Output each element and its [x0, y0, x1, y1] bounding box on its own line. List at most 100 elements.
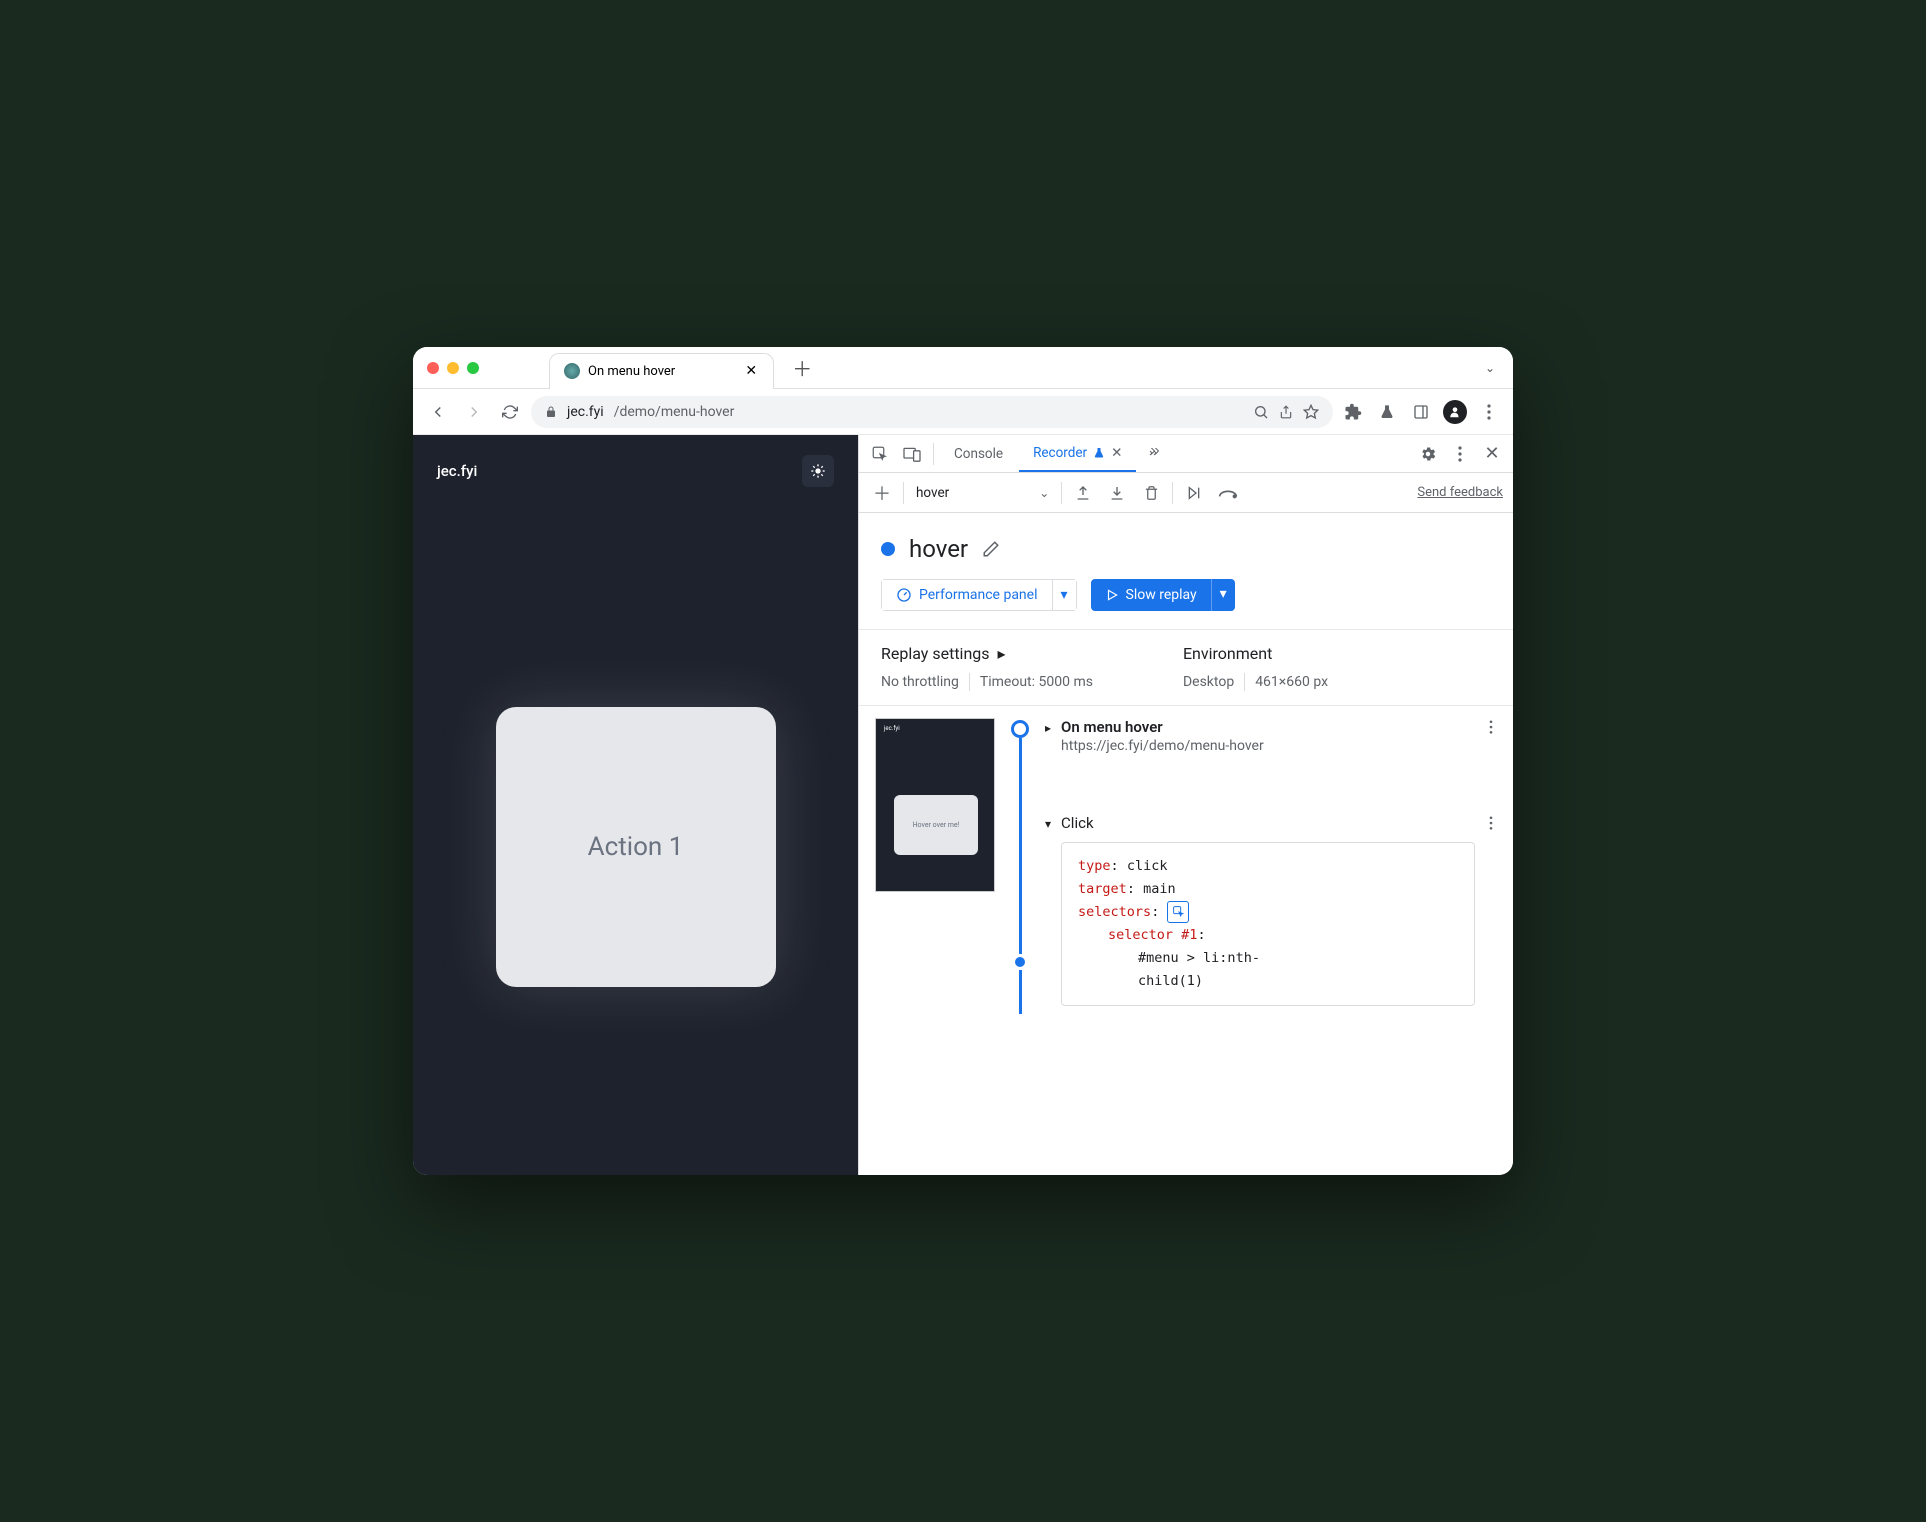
recording-indicator-icon: [881, 542, 895, 556]
edit-name-icon[interactable]: [982, 540, 1000, 558]
reload-button[interactable]: [495, 397, 525, 427]
chevron-down-icon: ▾: [1045, 817, 1051, 831]
pick-selector-icon[interactable]: [1167, 901, 1189, 923]
import-icon[interactable]: [1104, 480, 1130, 506]
recording-selector[interactable]: hover ⌄: [912, 485, 1053, 501]
timeline-start-icon: [1011, 720, 1029, 738]
site-title: jec.fyi: [437, 462, 477, 480]
device-toolbar-icon[interactable]: [897, 439, 927, 469]
page-header: jec.fyi: [413, 435, 858, 507]
screenshot-thumbnail[interactable]: jec.fyi Hover over me!: [875, 718, 995, 892]
environment-title: Environment: [1183, 644, 1338, 663]
extension-icons: [1339, 398, 1503, 426]
slow-replay-button[interactable]: Slow replay ▾: [1091, 579, 1235, 611]
step-start-title: On menu hover: [1061, 718, 1475, 736]
recording-name: hover: [916, 485, 949, 501]
more-tabs-icon[interactable]: [1138, 439, 1168, 469]
step-start[interactable]: ▸ On menu hover https://jec.fyi/demo/men…: [1045, 718, 1497, 754]
recorder-buttons: Performance panel ▾ Slow replay ▾: [859, 579, 1513, 629]
browser-tab[interactable]: On menu hover ✕: [549, 353, 774, 389]
kebab-menu-icon[interactable]: [1475, 398, 1503, 426]
maximize-window-button[interactable]: [467, 362, 479, 374]
sidepanel-icon[interactable]: [1407, 398, 1435, 426]
settings-icon[interactable]: [1413, 439, 1443, 469]
tab-title: On menu hover: [588, 364, 675, 379]
bookmark-icon[interactable]: [1303, 404, 1319, 420]
step-forward-icon[interactable]: [1181, 480, 1207, 506]
gauge-icon: [896, 587, 912, 603]
chevron-right-icon: ▸: [1045, 721, 1051, 735]
recorder-body: hover Performance panel ▾: [859, 513, 1513, 1175]
share-icon[interactable]: [1279, 404, 1293, 420]
thumb-site-title: jec.fyi: [876, 719, 994, 738]
add-recording-button[interactable]: ＋: [869, 480, 895, 506]
prop-type-key: type: [1078, 858, 1111, 874]
favicon-icon: [564, 363, 580, 379]
selector-value-1: #menu > li:nth-: [1138, 950, 1260, 966]
devtools-panel: Console Recorder ✕ ✕: [858, 435, 1513, 1175]
replay-arc-icon[interactable]: [1215, 480, 1241, 506]
demo-card[interactable]: Action 1: [496, 707, 776, 987]
step-kebab-icon[interactable]: [1485, 718, 1497, 736]
throttling-value: No throttling: [881, 674, 969, 690]
tabs-dropdown-icon[interactable]: ⌄: [1485, 361, 1499, 375]
titlebar: On menu hover ✕ ＋ ⌄: [413, 347, 1513, 389]
labs-icon[interactable]: [1373, 398, 1401, 426]
tab-console[interactable]: Console: [940, 435, 1017, 472]
replay-dropdown-icon[interactable]: ▾: [1211, 579, 1235, 611]
timeline-step-icon: [1015, 957, 1025, 967]
recorder-toolbar: ＋ hover ⌄: [859, 473, 1513, 513]
step-click[interactable]: ▾ Click type: click target: main selecto…: [1045, 814, 1497, 1006]
close-panel-icon[interactable]: ✕: [1111, 445, 1122, 461]
content-area: jec.fyi Action 1 Console: [413, 435, 1513, 1175]
zoom-icon[interactable]: [1253, 404, 1269, 420]
recording-steps: jec.fyi Hover over me! ▸ On menu h: [859, 705, 1513, 1026]
lock-icon: [545, 405, 557, 419]
step-code-block: type: click target: main selectors: sele…: [1061, 842, 1475, 1006]
prop-target-val: main: [1143, 881, 1176, 897]
send-feedback-link[interactable]: Send feedback: [1417, 485, 1503, 500]
card-label: Action 1: [588, 832, 684, 862]
step-click-title: Click: [1061, 814, 1475, 832]
timeline: [1011, 718, 1029, 1014]
browser-window: On menu hover ✕ ＋ ⌄ jec.fyi/demo/menu-ho…: [413, 347, 1513, 1175]
omnibox[interactable]: jec.fyi/demo/menu-hover: [531, 396, 1333, 428]
selector-num: selector #1: [1108, 927, 1197, 943]
timeout-value: Timeout: 5000 ms: [970, 674, 1103, 690]
recording-title: hover: [909, 535, 968, 563]
performance-panel-button[interactable]: Performance panel ▾: [881, 579, 1077, 611]
close-tab-icon[interactable]: ✕: [743, 363, 759, 379]
perf-dropdown-icon[interactable]: ▾: [1053, 579, 1077, 611]
devtools-kebab-icon[interactable]: [1445, 439, 1475, 469]
prop-type-val: click: [1127, 858, 1168, 874]
delete-icon[interactable]: [1138, 480, 1164, 506]
prop-target-key: target: [1078, 881, 1127, 897]
viewport-value: 461×660 px: [1245, 674, 1338, 690]
step-kebab-icon[interactable]: [1485, 814, 1497, 832]
replay-settings: Replay settings ▸ No throttling Timeout:…: [859, 629, 1513, 705]
thumb-card: Hover over me!: [894, 795, 978, 855]
page-viewport: jec.fyi Action 1: [413, 435, 858, 1175]
export-icon[interactable]: [1070, 480, 1096, 506]
theme-toggle-button[interactable]: [802, 455, 834, 487]
close-window-button[interactable]: [427, 362, 439, 374]
new-tab-button[interactable]: ＋: [792, 353, 812, 382]
profile-avatar[interactable]: [1441, 398, 1469, 426]
devtools-tabs: Console Recorder ✕ ✕: [859, 435, 1513, 473]
back-button[interactable]: [423, 397, 453, 427]
inspect-icon[interactable]: [865, 439, 895, 469]
recorder-header: hover: [859, 513, 1513, 579]
prop-selectors-key: selectors: [1078, 904, 1151, 920]
forward-button[interactable]: [459, 397, 489, 427]
selector-value-2: child(1): [1138, 973, 1203, 989]
play-icon: [1105, 588, 1119, 602]
tab-recorder[interactable]: Recorder ✕: [1019, 435, 1136, 472]
replay-settings-title[interactable]: Replay settings ▸: [881, 644, 1103, 663]
step-start-url: https://jec.fyi/demo/menu-hover: [1061, 738, 1475, 754]
minimize-window-button[interactable]: [447, 362, 459, 374]
extensions-icon[interactable]: [1339, 398, 1367, 426]
window-controls: [427, 362, 479, 374]
url-domain: jec.fyi: [567, 404, 604, 420]
chevron-right-icon: ▸: [998, 644, 1006, 663]
close-devtools-icon[interactable]: ✕: [1477, 439, 1507, 469]
